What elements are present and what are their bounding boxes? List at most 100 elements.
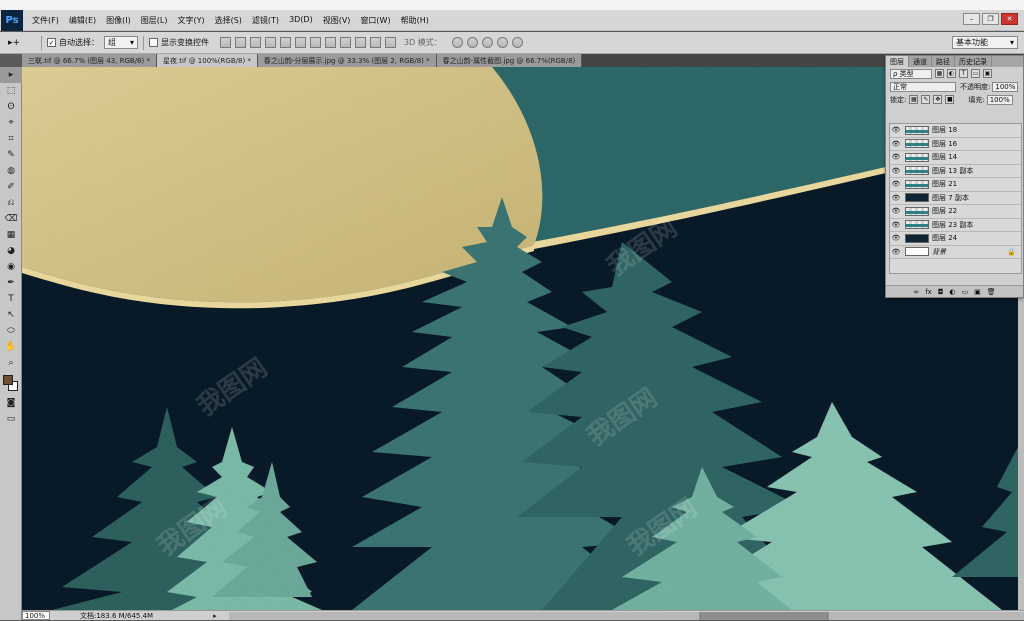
menu-item[interactable]: 文字(Y)	[172, 15, 209, 26]
status-menu-arrow-icon[interactable]: ▸	[213, 612, 217, 620]
menu-item[interactable]: 3D(D)	[284, 15, 318, 26]
fill-value[interactable]: 100%	[986, 94, 1013, 105]
tool-button-icon[interactable]: ⬚	[0, 83, 22, 99]
tool-button-icon[interactable]: ◉	[0, 259, 22, 275]
document-canvas[interactable]: 我图网 我图网 我图网 我图网 我图网	[22, 67, 1018, 610]
tool-button-icon[interactable]: ▦	[0, 227, 22, 243]
menu-item[interactable]: 图层(L)	[136, 15, 173, 26]
menu-item[interactable]: 窗口(W)	[355, 15, 395, 26]
quick-mask-icon[interactable]: ◙	[0, 395, 22, 411]
align-right-icon[interactable]	[295, 37, 306, 48]
zoom-field[interactable]: 100%	[22, 611, 50, 620]
menu-item[interactable]: 滤镜(T)	[247, 15, 284, 26]
move-tool-preset-icon[interactable]: ▸+	[8, 35, 36, 51]
panel-tab[interactable]: 历史记录	[955, 56, 992, 67]
layer-action-icon[interactable]: 🗑	[987, 288, 996, 296]
rotate-3d-icon[interactable]	[451, 37, 463, 48]
eye-icon[interactable]: 👁	[890, 207, 902, 215]
scale-3d-icon[interactable]	[511, 37, 523, 48]
menu-item[interactable]: 编辑(E)	[64, 15, 101, 26]
slide-3d-icon[interactable]	[496, 37, 508, 48]
tool-button-icon[interactable]: ✒	[0, 275, 22, 291]
layer-filter-dropdown[interactable]: ρ 类型	[890, 68, 932, 79]
layer-row[interactable]: 👁 背景 🔒	[890, 246, 1021, 259]
distribute-right-icon[interactable]	[385, 37, 396, 48]
layer-row[interactable]: 👁 图层 14	[890, 151, 1021, 165]
eye-icon[interactable]: 👁	[890, 180, 902, 188]
align-top-icon[interactable]	[220, 37, 231, 48]
distribute-hcenter-icon[interactable]	[370, 37, 381, 48]
minimize-button[interactable]: –	[963, 13, 980, 25]
document-tab[interactable]: 三联.tif @ 66.7% (图层 43, RGB/8) *	[22, 54, 157, 67]
auto-select-checkbox[interactable]: ✓	[47, 38, 56, 47]
tool-button-icon[interactable]: ◕	[0, 243, 22, 259]
align-vcenter-icon[interactable]	[235, 37, 246, 48]
panel-tab[interactable]: 路径	[932, 56, 955, 67]
foreground-color-swatch[interactable]	[3, 375, 13, 385]
tool-button-icon[interactable]: ▸	[0, 67, 22, 83]
menu-item[interactable]: 帮助(H)	[396, 15, 434, 26]
tool-button-icon[interactable]: ⬭	[0, 323, 22, 339]
tool-button-icon[interactable]: ⎌	[0, 195, 22, 211]
horizontal-scroll-thumb[interactable]	[698, 611, 829, 620]
tool-button-icon[interactable]: ↖	[0, 307, 22, 323]
tool-button-icon[interactable]: ✎	[0, 147, 22, 163]
opacity-value[interactable]: 100%	[992, 81, 1019, 92]
eye-icon[interactable]: 👁	[890, 221, 902, 229]
layer-action-icon[interactable]: ▭	[961, 288, 968, 296]
roll-3d-icon[interactable]	[466, 37, 478, 48]
eye-icon[interactable]: 👁	[890, 167, 902, 175]
distribute-left-icon[interactable]	[355, 37, 366, 48]
workspace-dropdown[interactable]: 基本功能 ▾	[952, 36, 1018, 49]
eye-icon[interactable]: 👁	[890, 234, 902, 242]
filter-pixel-icon[interactable]: ▦	[935, 69, 944, 78]
tool-button-icon[interactable]: ⌕	[0, 355, 22, 371]
tool-button-icon[interactable]: ✐	[0, 179, 22, 195]
filter-type-icon[interactable]: T	[959, 69, 968, 78]
blend-mode-dropdown[interactable]: 正常	[890, 81, 956, 92]
filter-smart-icon[interactable]: ▣	[983, 69, 992, 78]
layer-action-icon[interactable]: ∞	[913, 288, 919, 296]
panel-tab[interactable]: 图层	[886, 56, 909, 67]
document-tab[interactable]: 春之山韵-分层展示.jpg @ 33.3% (图层 2, RGB/8) *	[257, 54, 437, 67]
lock-all-icon[interactable]: ■	[945, 95, 955, 104]
menu-item[interactable]: 文件(F)	[27, 15, 64, 26]
distribute-vcenter-icon[interactable]	[325, 37, 336, 48]
layer-row[interactable]: 👁 图层 7 副本	[890, 192, 1021, 205]
layer-action-icon[interactable]: ◐	[949, 288, 955, 296]
restore-button[interactable]: ❐	[982, 13, 999, 25]
layer-row[interactable]: 👁 图层 23 副本	[890, 219, 1021, 232]
screen-mode-icon[interactable]: ▭	[0, 411, 22, 427]
lock-position-icon[interactable]: ✥	[933, 95, 943, 104]
layer-row[interactable]: 👁 图层 22	[890, 205, 1021, 219]
document-tab[interactable]: 春之山韵-属性截图.jpg @ 66.7%(RGB/8)	[436, 54, 583, 67]
menu-item[interactable]: 选择(S)	[210, 15, 247, 26]
menu-item[interactable]: 视图(V)	[318, 15, 356, 26]
show-transform-checkbox[interactable]	[149, 38, 158, 47]
layer-row[interactable]: 👁 图层 13 副本	[890, 165, 1021, 178]
tool-button-icon[interactable]: ⌫	[0, 211, 22, 227]
tool-button-icon[interactable]: T	[0, 291, 22, 307]
close-button[interactable]: ✕	[1001, 13, 1018, 25]
document-tab[interactable]: 星夜.tif @ 100%(RGB/8) *	[156, 54, 258, 67]
layer-row[interactable]: 👁 图层 24	[890, 232, 1021, 246]
drag-3d-icon[interactable]	[481, 37, 493, 48]
eye-icon[interactable]: 👁	[890, 248, 902, 256]
eye-icon[interactable]: 👁	[890, 126, 902, 134]
filter-shape-icon[interactable]: ▭	[971, 69, 980, 78]
layer-row[interactable]: 👁 图层 18	[890, 124, 1021, 138]
lock-pixels-icon[interactable]: ✎	[921, 95, 931, 104]
layer-action-icon[interactable]: ▣	[974, 288, 981, 296]
auto-select-dropdown[interactable]: 组 ▾	[104, 36, 138, 49]
tool-button-icon[interactable]: ⌗	[0, 131, 22, 147]
layer-action-icon[interactable]: ◘	[938, 288, 944, 296]
eye-icon[interactable]: 👁	[890, 194, 902, 202]
align-hcenter-icon[interactable]	[280, 37, 291, 48]
panel-tab[interactable]: 通道	[909, 56, 932, 67]
lock-transparent-icon[interactable]: ▦	[909, 95, 919, 104]
tool-button-icon[interactable]: ✋	[0, 339, 22, 355]
align-left-icon[interactable]	[265, 37, 276, 48]
distribute-top-icon[interactable]	[310, 37, 321, 48]
distribute-bottom-icon[interactable]	[340, 37, 351, 48]
eye-icon[interactable]: 👁	[890, 140, 902, 148]
